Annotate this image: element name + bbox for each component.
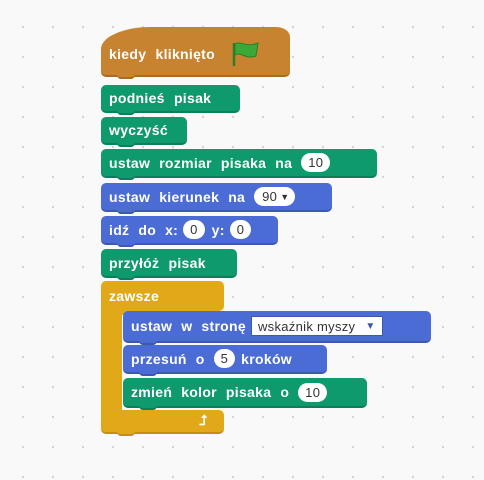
go-to-y-label: y:: [211, 221, 225, 238]
go-to-word-1: idź: [109, 221, 130, 238]
clear-block[interactable]: wyczyść: [101, 117, 187, 147]
move-steps-input[interactable]: 5: [213, 349, 236, 368]
direction-dropdown[interactable]: 90 ▼: [254, 187, 296, 206]
change-color-word-3: pisaka: [225, 384, 272, 400]
move-steps-block[interactable]: przesuń o 5 kroków: [123, 345, 327, 376]
change-color-word-1: zmień: [131, 384, 173, 400]
dropdown-arrow-icon: ▼: [280, 191, 290, 202]
change-color-word-4: o: [280, 384, 290, 400]
point-towards-word-2: w: [181, 318, 193, 334]
loop-arrow-icon: ⮥: [199, 412, 208, 428]
point-direction-word-2: kierunek: [159, 188, 220, 205]
point-direction-word-3: na: [228, 188, 246, 205]
pen-up-label: podnieś pisak: [109, 90, 212, 106]
point-towards-word-1: ustaw: [131, 318, 173, 334]
pen-up-block[interactable]: podnieś pisak: [101, 85, 240, 115]
pen-down-label: przyłóż pisak: [109, 254, 206, 271]
pen-size-input[interactable]: 10: [301, 153, 331, 172]
go-to-xy-block[interactable]: idź do x: 0 y: 0: [101, 216, 278, 247]
color-change-input[interactable]: 10: [298, 382, 328, 402]
when-flag-clicked-label: kiedy kliknięto: [109, 46, 215, 62]
set-pen-size-word-1: ustaw: [109, 154, 151, 171]
green-flag-icon: [230, 39, 260, 70]
towards-target-value: wskaźnik myszy: [257, 318, 356, 334]
go-to-word-2: do: [138, 221, 157, 238]
set-pen-size-block[interactable]: ustaw rozmiar pisaka na 10: [101, 149, 377, 180]
direction-value: 90: [262, 189, 278, 204]
when-flag-clicked-block[interactable]: kiedy kliknięto: [101, 27, 290, 79]
forever-side-arm: [101, 306, 122, 416]
script-canvas: kiedy kliknięto podnieś pisak wyczyść us…: [0, 0, 484, 480]
set-pen-size-word-3: pisaka: [220, 154, 267, 171]
go-to-x-label: x:: [165, 221, 179, 238]
set-pen-size-word-2: rozmiar: [159, 154, 212, 171]
move-word-3: kroków: [241, 350, 292, 367]
dropdown-arrow-icon: ▼: [365, 320, 376, 332]
clear-label: wyczyść: [109, 122, 168, 138]
pen-down-block[interactable]: przyłóż pisak: [101, 249, 237, 280]
change-pen-color-block[interactable]: zmień kolor pisaka o 10: [123, 378, 367, 410]
move-word-1: przesuń: [131, 350, 187, 367]
move-word-2: o: [195, 350, 205, 367]
point-towards-block[interactable]: ustaw w stronę wskaźnik myszy ▼: [123, 311, 431, 345]
point-towards-word-3: stronę: [201, 318, 246, 334]
change-color-word-2: kolor: [181, 384, 217, 400]
x-input[interactable]: 0: [183, 220, 205, 239]
point-direction-word-1: ustaw: [109, 188, 151, 205]
point-in-direction-block[interactable]: ustaw kierunek na 90 ▼: [101, 183, 332, 214]
forever-label: zawsze: [109, 288, 160, 304]
towards-target-dropdown[interactable]: wskaźnik myszy ▼: [250, 316, 383, 336]
y-input[interactable]: 0: [229, 220, 252, 239]
set-pen-size-word-4: na: [275, 154, 293, 171]
forever-bottom-arm[interactable]: ⮥: [101, 410, 224, 436]
